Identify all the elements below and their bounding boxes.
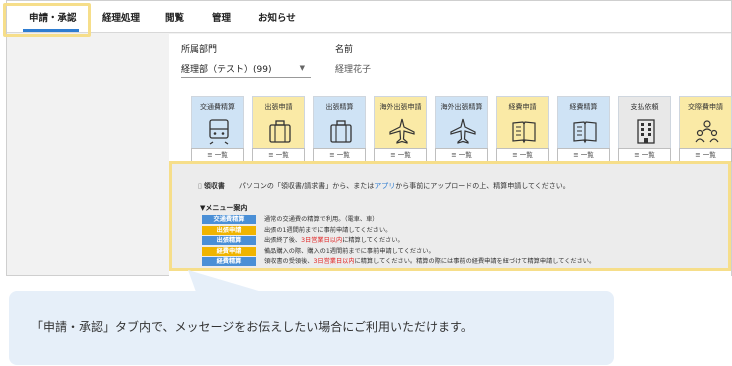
callout-box: 「申請・承認」タブ内で、メッセージをお伝えしたい場合にご利用いただけます。 <box>9 291 614 365</box>
page: { "tabs": [ {"label": "申請・承認", "active":… <box>0 0 732 366</box>
callout-text: 「申請・承認」タブ内で、メッセージをお伝えしたい場合にご利用いただけます。 <box>31 320 473 334</box>
